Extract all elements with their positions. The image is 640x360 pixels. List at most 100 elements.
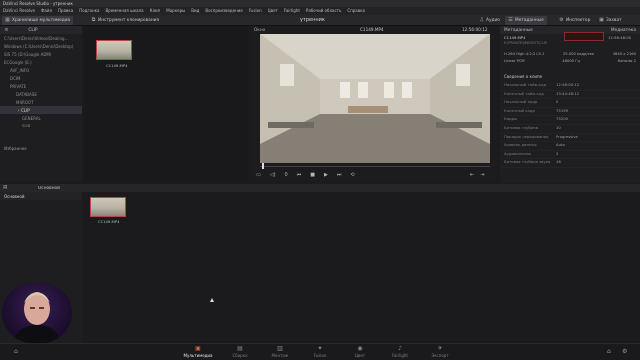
row-value[interactable]: 16: [556, 159, 561, 167]
clip-name: C1149.MP4: [106, 63, 128, 68]
page-media[interactable]: ▣ Мультимедиа: [178, 345, 218, 360]
metadata-button[interactable]: ☰ Метаданные: [505, 16, 547, 25]
audio-label: Аудио: [486, 18, 500, 23]
metadata-row: Битовая глубина звука 16: [500, 159, 640, 168]
jog-value[interactable]: 0: [285, 172, 288, 178]
project-title: утренник: [300, 17, 325, 23]
row-value[interactable]: 2: [556, 151, 558, 159]
tree-item[interactable]: DCIM: [0, 74, 82, 82]
scrubber-bar[interactable]: [260, 166, 490, 167]
page-edit[interactable]: ▥ Монтаж: [260, 345, 300, 360]
viewer-options-icon[interactable]: ▭: [256, 172, 261, 178]
menu-item[interactable]: Вид: [191, 8, 199, 14]
metadata-header-label: Метаданные: [504, 27, 533, 33]
clone-icon: ⧉: [91, 17, 96, 23]
viewer-timecode: 12:56:00:12: [462, 27, 488, 32]
skip-back-icon[interactable]: ⏮: [297, 172, 302, 178]
menu-item[interactable]: DaVinci Resolve: [3, 8, 35, 14]
menu-item[interactable]: Подгонка: [79, 8, 99, 14]
menu-item[interactable]: Клип: [150, 8, 161, 14]
grid-view-icon[interactable]: ▤: [3, 185, 7, 190]
tree-item[interactable]: AVF_INFO: [0, 66, 82, 74]
media-tab-label[interactable]: Медиатека: [611, 28, 636, 33]
clip-details-section[interactable]: Сведения о клипе: [504, 74, 542, 79]
page-fairlight[interactable]: ♪ Fairlight: [380, 345, 420, 360]
loop-icon[interactable]: ⟲: [350, 172, 354, 178]
metadata-row: Конечный тайм-код 13:44:48:12: [500, 91, 640, 100]
out-point-icon[interactable]: ⇥: [480, 172, 484, 178]
menu-item[interactable]: Fusion: [249, 8, 262, 14]
row-value[interactable]: Auto: [556, 142, 565, 150]
row-value[interactable]: 10: [556, 125, 561, 133]
tree-item[interactable]: GENERAL: [0, 114, 82, 122]
page-color[interactable]: ◉ Цвет: [340, 345, 380, 360]
metadata-path: E:\PRIVATE\M4ROOT\CLIP: [504, 41, 547, 45]
tree-item[interactable]: SUB: [0, 122, 82, 127]
storage-panel: ≡ CLIP C:\Users\Denis\Videos\Dealing... …: [0, 26, 82, 181]
capture-button[interactable]: ▣ Захват: [596, 16, 625, 25]
metadata-row: Кадры 75200: [500, 116, 640, 125]
tree-item-selected[interactable]: › CLIP: [0, 106, 82, 114]
row-value[interactable]: 0: [556, 99, 558, 107]
metadata-timecode: 12:56:48:00: [608, 35, 632, 40]
metadata-row: Аудиоканалы 2: [500, 151, 640, 160]
page-cut[interactable]: ▤ Сборка: [220, 345, 260, 360]
menu-item[interactable]: Справка: [347, 8, 365, 14]
row-value[interactable]: 12:56:00:12: [556, 82, 579, 90]
row-value[interactable]: Progressive: [556, 134, 578, 142]
tree-item[interactable]: ECGoogle (E:): [0, 58, 82, 66]
in-point-icon[interactable]: ⇤: [470, 172, 474, 178]
page-fusion[interactable]: ✦ Fusion: [300, 345, 340, 360]
audio-button[interactable]: ♫ Аудио: [476, 16, 503, 25]
tree-item[interactable]: SIS 75 (D:\Google ADM): [0, 50, 82, 58]
stop-icon[interactable]: ■: [310, 172, 315, 178]
project-manager-icon[interactable]: ⌂: [607, 348, 611, 355]
clone-tool-button[interactable]: ⧉ Инструмент клонирования: [88, 16, 162, 25]
row-value[interactable]: 13:44:48:12: [556, 91, 579, 99]
list-view-icon[interactable]: ≡: [4, 27, 9, 33]
tree-item[interactable]: Windows (C:\Users\Denis\Desktop): [0, 42, 82, 50]
menu-item[interactable]: Воспроизведение: [205, 8, 242, 14]
pool-clip-thumbnail[interactable]: [90, 197, 126, 217]
menu-item[interactable]: Маркеры: [166, 8, 185, 14]
menu-item[interactable]: Fairlight: [284, 8, 300, 14]
media-pool-header: ▤ Основной: [0, 184, 640, 192]
media-pool-icon: ▦: [5, 17, 10, 23]
tree-item[interactable]: DATABASE: [0, 90, 82, 98]
window-title: DaVinci Resolve Studio - утренник: [0, 0, 640, 7]
mouse-cursor: [210, 298, 214, 302]
metadata-label: Метаданные: [515, 18, 544, 23]
menu-item[interactable]: Рабочий область: [306, 8, 341, 14]
page-deliver[interactable]: ✈ Экспорт: [420, 345, 460, 360]
metadata-rows: Начальный тайм-код 12:56:00:12 Конечный т…: [500, 82, 640, 168]
row-value[interactable]: 75199: [556, 108, 568, 116]
play-icon[interactable]: ▶: [324, 172, 328, 178]
video-frame[interactable]: [260, 34, 490, 163]
menu-item[interactable]: Временная шкала: [106, 8, 144, 14]
media-pool-button[interactable]: ▦ Хранилище мультимедиа: [2, 16, 74, 25]
settings-icon[interactable]: ⚙: [622, 348, 627, 355]
metadata-icon: ☰: [508, 17, 513, 23]
bin-item-master[interactable]: Основной: [0, 192, 82, 200]
inspector-button[interactable]: ⚙ Инспектор: [556, 16, 593, 25]
home-icon[interactable]: ⌂: [14, 348, 18, 355]
tree-item[interactable]: C:\Users\Denis\Videos\Dealing...: [0, 34, 82, 42]
menu-item[interactable]: Файл: [41, 8, 52, 14]
tree-item[interactable]: M4ROOT: [0, 98, 82, 106]
viewer-zoom[interactable]: Окно: [254, 27, 265, 32]
viewer-panel: Окно C1149.MP4 12:56:00:12 ▭ ◁) 0 ⏮ ■ ▶: [250, 26, 498, 181]
storage-header: ≡ CLIP: [0, 26, 82, 34]
metadata-panel: Метаданные Медиатека C1149.MP4 12:56:48:…: [500, 26, 640, 183]
menu-item[interactable]: Цвет: [268, 8, 278, 14]
media-pool-area: C1149.MP4: [84, 192, 640, 343]
playhead[interactable]: [262, 163, 264, 169]
tree-item-label: CLIP: [21, 108, 30, 113]
row-value[interactable]: 75200: [556, 116, 568, 124]
row-key: Конечный кадр: [504, 107, 535, 113]
clip-thumbnail[interactable]: [96, 40, 132, 60]
metadata-row: Конечный кадр 75199: [500, 108, 640, 117]
menu-item[interactable]: Правка: [58, 8, 73, 14]
tree-item[interactable]: PRIVATE: [0, 82, 82, 90]
volume-icon[interactable]: ◁): [270, 172, 276, 178]
skip-forward-icon[interactable]: ⏭: [337, 172, 342, 178]
